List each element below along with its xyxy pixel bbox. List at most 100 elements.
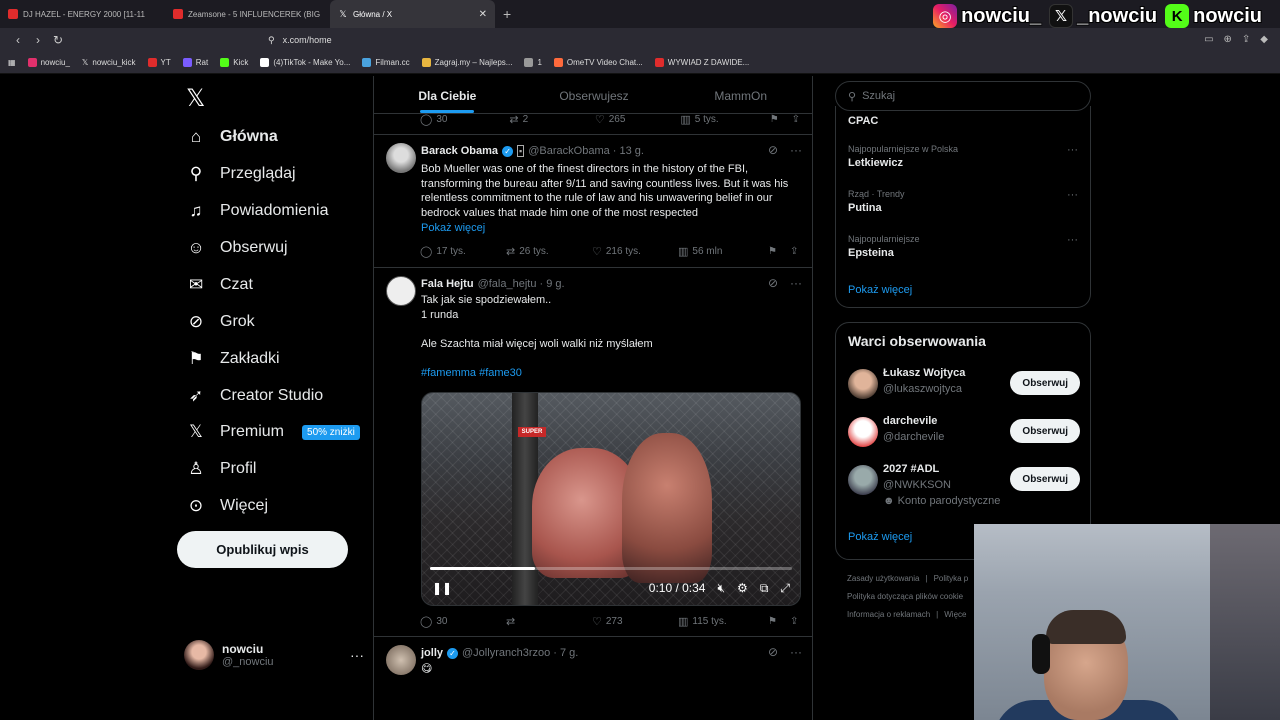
brave-icon[interactable]: ◆ [1260, 34, 1268, 45]
browser-tab[interactable]: Zeamsone - 5 INFLUENCEREK (BIG B [165, 0, 330, 28]
x-logo-icon[interactable]: 𝕏 [186, 84, 205, 113]
account-switcher[interactable]: nowciu @_nowciu ··· [184, 638, 364, 672]
bookmark-button[interactable]: ⚑ [770, 114, 792, 125]
trend-item[interactable]: Rząd · Trendy Putina ··· [848, 189, 1078, 214]
author-name[interactable]: jolly [421, 647, 443, 659]
like-button[interactable]: ♡ 273 [592, 615, 678, 628]
cast-icon[interactable]: ▭ [1204, 34, 1213, 45]
views-button[interactable]: ▥ 115 tys. [678, 615, 768, 628]
bookmark[interactable]: WYWIAD Z DAWIDE... [654, 58, 749, 67]
author-name[interactable]: Fala Hejtu [421, 278, 474, 290]
nav-item-more[interactable]: ⊙ Więcej [186, 491, 268, 521]
pause-icon[interactable]: ❚❚ [432, 581, 452, 595]
nav-item-premium[interactable]: 𝕏 Premium 50% zniżki [186, 417, 360, 447]
bookmark[interactable]: 1 [524, 58, 542, 67]
follow-suggestion[interactable]: darchevile @darchevile Obserwuj [848, 413, 1080, 453]
repost-button[interactable]: ⇄ 2 [509, 113, 594, 126]
follow-button[interactable]: Obserwuj [1010, 371, 1080, 395]
tweet[interactable]: Fala Hejtu @fala_hejtu · 9 g. ⊘ ··· Tak j… [374, 268, 812, 637]
like-button[interactable]: ♡ 265 [595, 113, 680, 126]
avatar[interactable] [848, 417, 878, 447]
tab-list[interactable]: MammOn [667, 76, 812, 113]
mute-icon[interactable]: 🔇︎ [717, 581, 725, 596]
tweet[interactable]: jolly ✓ @Jollyranch3rzoo · 7 g. ⊘ ··· 😋 [374, 637, 812, 720]
avatar[interactable] [848, 369, 878, 399]
follow-suggestion[interactable]: 2027 #ADL @NWKKSON ☻ Konto parodystyczne… [848, 461, 1080, 507]
follow-button[interactable]: Obserwuj [1010, 467, 1080, 491]
bookmark[interactable]: 𝕏nowciu_kick [82, 58, 136, 67]
bookmark[interactable]: (4)TikTok - Make Yo... [260, 58, 350, 67]
tab-for-you[interactable]: Dla Ciebie [374, 76, 521, 113]
show-more-link[interactable]: Pokaż więcej [848, 531, 912, 543]
avatar[interactable] [848, 465, 878, 495]
show-more-link[interactable]: Pokaż więcej [421, 221, 801, 236]
repost-button[interactable]: ⇄ 26 tys. [506, 245, 592, 258]
share-icon[interactable]: ⇪ [1242, 34, 1250, 45]
share-button[interactable]: ⇪ [790, 246, 798, 257]
avatar[interactable] [386, 276, 416, 306]
follow-button[interactable]: Obserwuj [1010, 419, 1080, 443]
footer-link[interactable]: Polityka p [934, 574, 969, 583]
forward-icon[interactable]: › [28, 33, 48, 47]
tweet[interactable]: Barack Obama ✓ ▪ @BarackObama · 13 g. ⊘ ·… [374, 135, 812, 268]
video-player[interactable]: SUPER ❚❚ 0:10 / 0:34 🔇︎ ⚙ ⧉ ⤢ [421, 392, 801, 606]
reload-icon[interactable]: ↻ [48, 33, 68, 47]
bookmark[interactable]: YT [147, 58, 171, 67]
nav-item-profile[interactable]: ♙ Profil [186, 454, 256, 484]
show-more-link[interactable]: Pokaż więcej [848, 284, 912, 296]
more-icon[interactable]: ··· [790, 143, 802, 157]
nav-item-grok[interactable]: ⊘ Grok [186, 307, 255, 337]
site-info-icon[interactable]: ⚲ [268, 35, 275, 46]
browser-tab-active[interactable]: 𝕏 Główna / X ✕ [330, 0, 495, 28]
share-button[interactable]: ⇪ [790, 616, 798, 627]
bookmark-button[interactable]: ⚑ [768, 616, 790, 627]
trend-item[interactable]: Najpopularniejsze Epsteina ··· [848, 234, 1078, 259]
avatar[interactable] [386, 143, 416, 173]
more-icon[interactable]: ··· [1067, 189, 1078, 201]
settings-icon[interactable]: ⚙ [737, 581, 748, 595]
pip-icon[interactable]: ⧉ [760, 581, 769, 596]
bookmark[interactable]: Kick [220, 58, 248, 67]
bookmark[interactable]: Filman.cc [362, 58, 410, 67]
nav-item-bookmarks[interactable]: ⚑ Zakładki [186, 344, 279, 374]
nav-item-chat[interactable]: ✉ Czat [186, 270, 253, 300]
new-tab-button[interactable]: + [503, 6, 511, 22]
footer-link[interactable]: Informacja o reklamach [847, 610, 930, 619]
grok-icon[interactable]: ⊘ [768, 143, 778, 157]
nav-item-notifications[interactable]: ♫ Powiadomienia [186, 196, 329, 226]
repost-button[interactable]: ⇄ [506, 615, 592, 628]
reply-button[interactable]: ◯ 17 tys. [420, 245, 506, 258]
nav-item-explore[interactable]: ⚲ Przeglądaj [186, 159, 296, 189]
bookmark-button[interactable]: ⚑ [768, 246, 790, 257]
footer-link[interactable]: Zasady użytkowania [847, 574, 919, 583]
grok-icon[interactable]: ⊘ [768, 645, 778, 659]
bookmark[interactable]: OmeTV Video Chat... [553, 58, 643, 67]
search-input[interactable]: ⚲ Szukaj [835, 81, 1091, 111]
browser-tab[interactable]: DJ HAZEL - ENERGY 2000 [11-11 [0, 0, 165, 28]
fullscreen-icon[interactable]: ⤢ [780, 581, 790, 596]
like-button[interactable]: ♡ 216 tys. [592, 245, 678, 258]
zoom-icon[interactable]: ⊕ [1224, 34, 1232, 45]
views-button[interactable]: ▥ 5 tys. [680, 113, 769, 126]
more-options-icon[interactable]: ··· [350, 647, 364, 663]
back-icon[interactable]: ‹ [8, 33, 28, 47]
nav-item-creator-studio[interactable]: ➶ Creator Studio [186, 381, 323, 411]
trend-item[interactable]: CPAC [848, 112, 1078, 127]
reply-button[interactable]: ◯ 30 [420, 615, 506, 628]
tab-following[interactable]: Obserwujesz [521, 76, 668, 113]
more-icon[interactable]: ··· [790, 645, 802, 659]
footer-link[interactable]: Polityka dotycząca plików cookie [847, 592, 963, 601]
follow-suggestion[interactable]: Łukasz Wojtyca @lukaszwojtyca Obserwuj [848, 365, 1080, 405]
share-button[interactable]: ⇪ [792, 114, 800, 125]
video-progress-bar[interactable] [430, 567, 792, 570]
footer-link[interactable]: Więce [944, 610, 966, 619]
trend-item[interactable]: Najpopularniejsze w Polska Letkiewicz ··· [848, 144, 1078, 169]
nav-item-home[interactable]: ⌂ Główna [186, 122, 278, 152]
more-icon[interactable]: ··· [1067, 144, 1078, 156]
close-tab-icon[interactable]: ✕ [479, 9, 487, 20]
avatar[interactable] [386, 645, 416, 675]
apps-icon[interactable]: ▦ [8, 58, 16, 67]
nav-item-follow[interactable]: ☺ Obserwuj [186, 233, 287, 263]
more-icon[interactable]: ··· [1067, 234, 1078, 246]
author-name[interactable]: Barack Obama [421, 145, 498, 157]
